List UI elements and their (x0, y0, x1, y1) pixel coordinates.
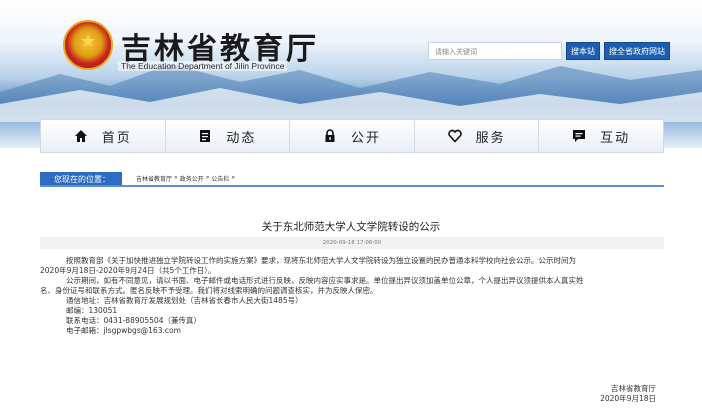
signature-org: 吉林省教育厅 (611, 384, 656, 393)
article-signature: 吉林省教育厅 2020年9月18日 (600, 384, 656, 404)
signature-date: 2020年9月18日 (600, 394, 656, 403)
nav-label: 公开 (350, 130, 381, 146)
nav-label: 首页 (101, 130, 132, 146)
contact-postcode: 邮编：130051 (66, 306, 118, 315)
breadcrumb-label: 您现在的位置： (40, 172, 122, 185)
nav-item-public[interactable]: 公开 (290, 120, 415, 152)
nav-item-interact[interactable]: 互动 (539, 120, 663, 152)
contact-email: 电子邮箱：jlsgpwbgs@163.com (66, 326, 181, 335)
nav-label: 服务 (475, 130, 506, 146)
contact-phone: 联系电话：0431-88905504（兼传真） (66, 316, 201, 325)
breadcrumb-separator: » (174, 174, 178, 181)
national-emblem-logo: ★ (63, 20, 113, 70)
search-all-gov-button[interactable]: 搜全省政府网站 (604, 42, 670, 60)
breadcrumb: 您现在的位置： 吉林省教育厅 » 政务公开 » 公告栏 » (40, 172, 664, 187)
heart-icon (447, 129, 462, 143)
breadcrumb-link-public[interactable]: 政务公开 (180, 174, 204, 183)
search-input[interactable]: 请输入关键词 (428, 42, 562, 60)
nav-label: 互动 (600, 130, 631, 146)
article-title: 关于东北师范大学人文学院转设的公示 (261, 221, 441, 233)
breadcrumb-separator: » (231, 174, 236, 181)
article-paragraph: 按照教育部《关于加快推进独立学院转设工作的实施方案》要求，现将东北师范大学人文学… (66, 256, 576, 265)
breadcrumb-path: 吉林省教育厅 » 政务公开 » 公告栏 » (136, 174, 235, 183)
article-paragraph: 公示期间，如有不同意见，请以书面、电子邮件或电话形式进行反映，反映内容应实事求是… (66, 276, 584, 285)
nav-item-home[interactable]: 首页 (41, 120, 166, 152)
breadcrumb-separator: » (205, 174, 210, 181)
site-subtitle: The Education Department of Jilin Provin… (118, 61, 288, 71)
breadcrumb-link-home[interactable]: 吉林省教育厅 (136, 174, 172, 183)
article-paragraph-cont: 2020年9月18日-2020年9月24日（共5个工作日）。 (40, 266, 216, 275)
chat-icon (573, 130, 586, 142)
contact-address: 通信地址：吉林省教育厅发展规划处（吉林省长春市人民大街1485号） (66, 296, 303, 305)
article-body: 按照教育部《关于加快推进独立学院转设工作的实施方案》要求，现将东北师范大学人文学… (40, 256, 662, 336)
main-nav: 首页 动态 公开 服务 互动 (40, 119, 664, 153)
home-icon (74, 130, 87, 142)
nav-item-news[interactable]: 动态 (166, 120, 291, 152)
nav-label: 动态 (226, 130, 257, 146)
search-site-button[interactable]: 搜本站 (566, 42, 600, 60)
lock-icon (325, 129, 335, 142)
breadcrumb-link-notice[interactable]: 公告栏 (211, 174, 229, 183)
nav-item-service[interactable]: 服务 (415, 120, 540, 152)
document-icon (200, 130, 211, 142)
article-paragraph-cont: 名、身份证号和联系方式。匿名反映不予受理。我们将对线索明确的问题调查核实，并为反… (40, 286, 378, 295)
article-date: 2020-09-18 17:06:00 (40, 237, 664, 249)
